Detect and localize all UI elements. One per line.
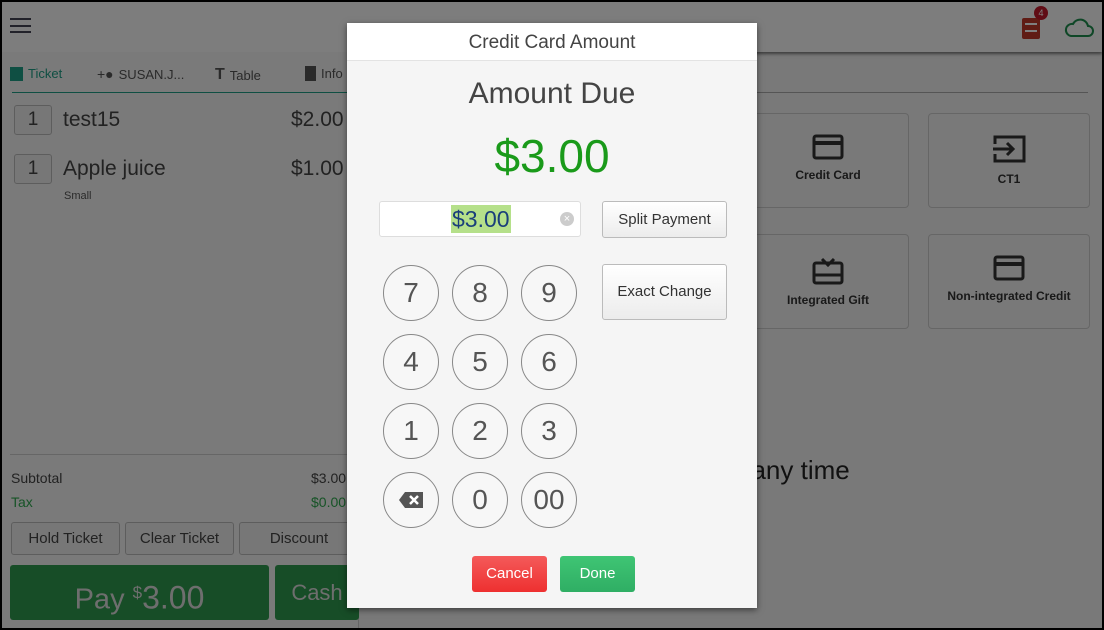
credit-card-amount-dialog: Credit Card Amount Amount Due $3.00 $3.0… [347, 23, 757, 608]
split-payment-button[interactable]: Split Payment [602, 201, 727, 238]
keypad-key-9[interactable]: 9 [521, 265, 577, 321]
keypad-key-5[interactable]: 5 [452, 334, 508, 390]
clear-input-icon[interactable]: × [560, 212, 574, 226]
keypad-key-7[interactable]: 7 [383, 265, 439, 321]
amount-input[interactable]: $3.00 × [379, 201, 581, 237]
amount-due-label: Amount Due [468, 77, 636, 110]
keypad-key-00[interactable]: 00 [521, 472, 577, 528]
backspace-icon [399, 492, 423, 508]
dialog-title: Credit Card Amount [347, 23, 757, 61]
keypad-key-3[interactable]: 3 [521, 403, 577, 459]
keypad-key-2[interactable]: 2 [452, 403, 508, 459]
exact-change-button[interactable]: Exact Change [602, 264, 727, 320]
keypad-key-1[interactable]: 1 [383, 403, 439, 459]
pos-screen: 4 Ticket +●SUSAN.J... TTable Info 1 test… [2, 2, 1102, 628]
keypad-key-4[interactable]: 4 [383, 334, 439, 390]
done-button[interactable]: Done [560, 556, 635, 592]
keypad-key-0[interactable]: 0 [452, 472, 508, 528]
amount-due-value: $3.00 [494, 130, 610, 182]
keypad-key-8[interactable]: 8 [452, 265, 508, 321]
keypad-key-6[interactable]: 6 [521, 334, 577, 390]
backspace-key[interactable] [383, 472, 439, 528]
cancel-button[interactable]: Cancel [472, 556, 547, 592]
